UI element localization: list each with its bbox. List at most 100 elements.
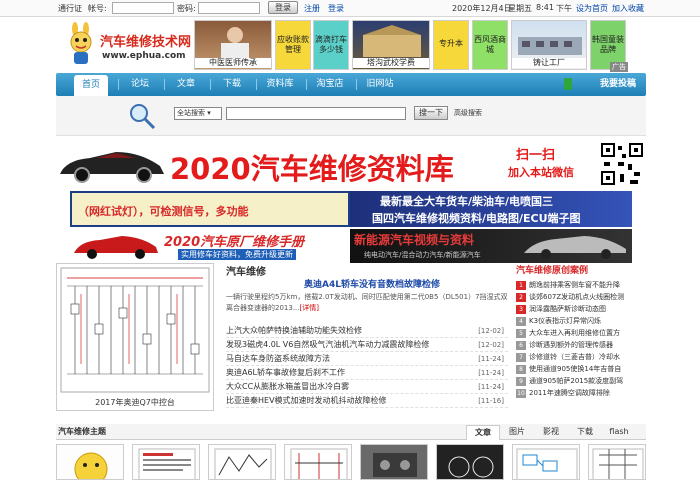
case-title: 诊修道铃（三菱吉普）冷却水 [529,353,620,361]
password-input[interactable] [198,2,260,14]
date-text: 2020年12月4日 [452,4,512,13]
news-item-date: [11-16] [478,397,504,405]
tab-images[interactable]: 图片 [500,425,534,440]
banner-new-energy[interactable]: 新能源汽车视频与资料 纯电动汽车/混合动力汽车/新能源汽车 [350,229,632,263]
news-item-date: [11-24] [478,383,504,391]
news-summary-text: 一辆行驶里程约5万km，搭载2.0T发动机、同时匹配使用第二代0B5（DL501… [226,293,508,312]
circuit-image [516,448,578,479]
header-ad-label: 韩国童装品牌 [592,35,624,54]
add-favorite-link[interactable]: 加入收藏 [612,3,644,14]
list-item[interactable]: 1 朗逸前排乘客侧车窗不能升降 [516,279,646,291]
header-ad-label: 应收账款管理 [277,35,309,54]
list-item[interactable]: 6 诊断遇到额外的管理传感器 [516,339,646,351]
search-button[interactable]: 搜一下 [414,106,448,120]
header-ad-label: 滴滴打车多少钱 [315,35,347,54]
topic-thumbnail[interactable] [436,444,504,480]
list-item[interactable]: 奥迪A6L轿车事故修复后刹不工作 [11-24] [226,366,508,380]
tab-articles[interactable]: 文章 [466,425,500,440]
list-item[interactable]: 3 润泽露酷萨斯诊断动态图 [516,303,646,315]
site-logo[interactable]: 汽车维修技术网 www.ephua.com [60,22,191,68]
news-summary: 一辆行驶里程约5万km，搭载2.0T发动机、同时匹配使用第二代0B5（DL501… [226,292,508,314]
set-homepage-link[interactable]: 设为首页 [576,3,608,14]
search-scope-select[interactable]: 全站搜索 ▾ [174,107,222,120]
rank-badge: 6 [516,341,526,350]
list-item[interactable]: 比亚迪秦HEV模式加速时发动机抖动故障检修 [11-16] [226,394,508,408]
banner-oem-title: 2020汽车原厂维修手册 [164,235,305,250]
list-item[interactable]: 2 谈郊607Z发动机点火线圈检测 [516,291,646,303]
header-ad-1[interactable]: 中医医师传承 [194,20,272,70]
rank-badge: 5 [516,329,526,338]
tab-downloads[interactable]: 下载 [568,425,602,440]
tab-videos[interactable]: 影视 [534,425,568,440]
building-photo [363,25,421,57]
banner-test-light[interactable]: （网红试灯），可检测信号，多功能 [70,191,350,227]
advanced-search-link[interactable]: 高级搜索 [454,108,482,118]
post-icon [564,78,572,90]
search-input[interactable] [226,107,406,120]
nav-home[interactable]: 首页 [74,75,108,96]
banner-repair-database[interactable]: 2020汽车维修资料库 扫一扫 加入本站微信 [56,142,646,186]
nav-articles[interactable]: 文章 [168,73,204,96]
search-bar: 全站搜索 ▾ 搜一下 高级搜索 [56,96,646,136]
account-input[interactable] [112,2,174,14]
banner-wechat-text: 加入本站微信 [508,166,574,179]
tab-flash[interactable]: flash [602,425,636,440]
nav-old-site[interactable]: 旧网站 [360,73,400,96]
account-label: 帐号: [88,4,107,13]
news-section-title: 汽车维修 [226,267,266,278]
list-item[interactable]: 发现3磁虎4.0L V6自然吸气汽油机汽车动力减震故障检修 [12-02] [226,338,508,352]
wiring-diagram-caption[interactable]: 2017年奥迪Q7中控台 [56,397,214,408]
nav-separator [256,79,257,90]
rank-badge: 7 [516,353,526,362]
header-ad-5[interactable]: 专升本 [433,20,469,70]
nav-download[interactable]: 下载 [214,73,250,96]
nav-separator [210,79,211,90]
news-details-link[interactable]: [详情] [300,304,319,312]
list-item[interactable]: 7 诊修道铃（三菱吉普）冷却水 [516,351,646,363]
repair-news-section: 汽车维修 奥迪A4L轿车没有音数档故障检修 一辆行驶里程约5万km，搭载2.0T… [222,263,510,413]
header-ad-label: 西风酒商城 [474,35,506,54]
topic-thumbnail[interactable] [284,444,352,480]
list-item[interactable]: 9 通道905帕萨2015款凌度副驾 [516,375,646,387]
wiring-diagram-thumbnail[interactable] [56,263,214,411]
top-login-bar: 通行证 帐号: 密码: 登录 注册 登录 2020年12月4日 星期五 8:41… [0,0,700,17]
header-ad-3[interactable]: 滴滴打车多少钱 [313,20,349,70]
topic-thumbnail[interactable] [512,444,580,480]
topic-thumbnail[interactable] [588,444,646,480]
list-item[interactable]: 8 使用通道905使换14年吉普自 [516,363,646,375]
banner-truck-diesel[interactable]: 最新最全大车货车/柴油车/电喷国三 国四汽车维修视频资料/电路图/ECU端子图 [350,191,632,227]
magnifier-icon [130,104,156,130]
list-item[interactable]: 10 2011年速腾空调故障排除 [516,387,646,399]
nav-taobao[interactable]: 淘宝店 [310,73,350,96]
header-ad-label: 塔沟武校学费 [353,58,429,68]
qr-code-icon [600,142,644,186]
login-button[interactable]: 登录 [268,1,298,14]
list-item[interactable]: 4 K3仪表指示灯异常闪烁 [516,315,646,327]
topic-thumbnail[interactable] [56,444,124,480]
topic-thumbnail[interactable] [132,444,200,480]
topic-thumbnail[interactable] [208,444,276,480]
banner-scan-text: 扫一扫 [516,148,556,163]
submit-article-link[interactable]: 我要投稿 [600,73,636,96]
login-link[interactable]: 登录 [328,3,344,14]
header-ad-2[interactable]: 应收账款管理 [275,20,311,70]
register-link[interactable]: 注册 [304,3,320,14]
topic-thumbnail[interactable] [360,444,428,480]
news-headline[interactable]: 奥迪A4L轿车没有音数档故障检修 [304,277,440,290]
news-item-date: [12-02] [478,341,504,349]
nav-forum[interactable]: 论坛 [122,73,158,96]
list-item[interactable]: 上汽大众帕萨特换油辅助功能失效检修 [12-02] [226,324,508,338]
cases-section-title: 汽车维修原创案例 [516,266,589,276]
header-ad-label: 专升本 [439,39,463,48]
list-item[interactable]: 5 大众车进入再利用维修位置方 [516,327,646,339]
news-item-title: 上汽大众帕萨特换油辅助功能失效检修 [226,326,362,335]
case-title: 大众车进入再利用维修位置方 [529,329,620,337]
banner-oem-manual[interactable]: 2020汽车原厂维修手册 实用修车好资料，免费升级更新 [70,229,350,263]
list-item[interactable]: 马自达车身防盗系统故障方法 [11-24] [226,352,508,366]
nav-library[interactable]: 资料库 [260,73,300,96]
list-item[interactable]: 大众CC从膨胀水箱盖冒出水冷白雾 [11-24] [226,380,508,394]
header-ad-7[interactable]: 铸让工厂 [511,20,587,70]
header-ad-6[interactable]: 西风酒商城 [472,20,508,70]
header-ad-4[interactable]: 塔沟武校学费 [352,20,430,70]
silver-car-image [524,236,626,259]
